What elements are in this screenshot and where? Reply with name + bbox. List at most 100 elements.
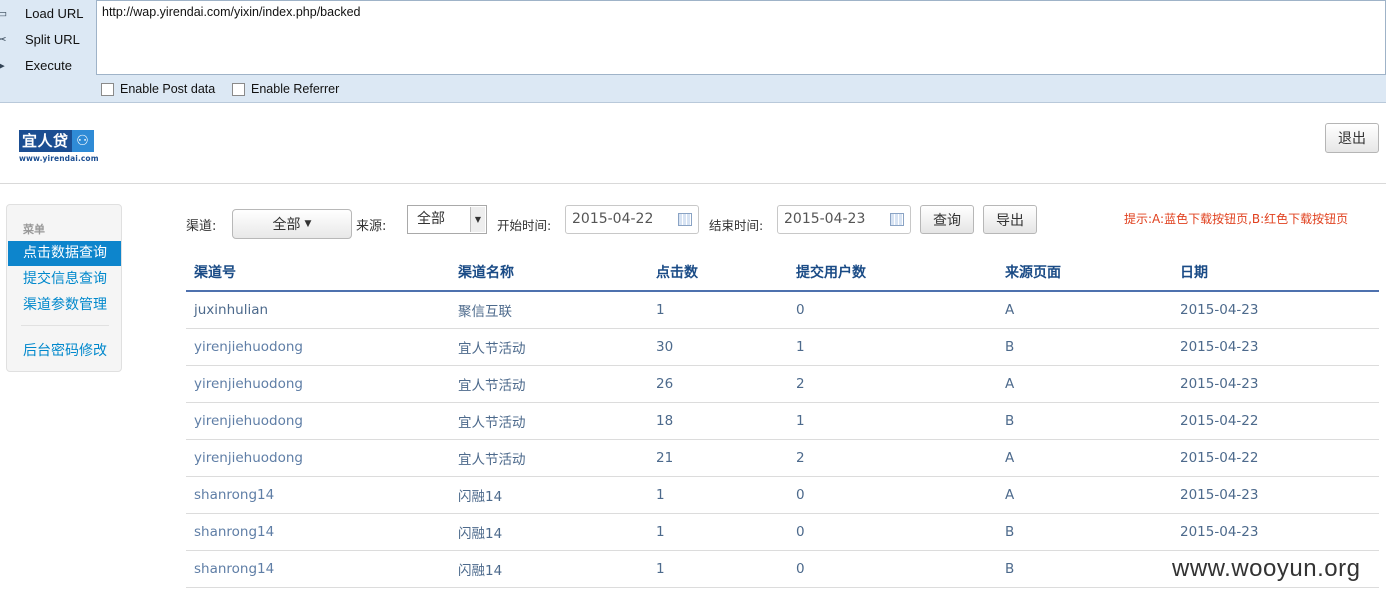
- sidebar-item-submit-info[interactable]: 提交信息查询: [8, 267, 121, 292]
- calendar-icon[interactable]: [678, 213, 692, 226]
- checkbox-box[interactable]: [232, 82, 245, 96]
- logout-button[interactable]: 退出: [1325, 123, 1379, 153]
- table-header-row: 渠道号 渠道名称 点击数 提交用户数 来源页面 日期: [186, 254, 1379, 292]
- table-cell: 2015-04-22: [1172, 402, 1379, 440]
- table-cell: shanrong14: [186, 476, 450, 514]
- end-time-label: 结束时间:: [709, 218, 764, 233]
- logo-name: 宜人贷: [19, 130, 72, 152]
- table-cell: 2: [788, 365, 997, 403]
- column-header: 渠道号: [186, 254, 450, 292]
- table-cell: 宜人节活动: [450, 328, 648, 366]
- table-cell: 2015-04-23: [1172, 513, 1379, 551]
- channel-dropdown[interactable]: 全部 ▼: [232, 209, 352, 239]
- table-cell: 0: [788, 550, 997, 588]
- table-row: yirenjiehuodong 宜人节活动 30 1 B 2015-04-23: [186, 328, 1379, 366]
- table-cell: B: [997, 328, 1172, 366]
- start-date-value: 2015-04-22: [572, 211, 654, 227]
- table-cell: 21: [648, 439, 788, 477]
- table-body: juxinhulian 聚信互联 1 0 A 2015-04-23 yirenjiehuod…: [186, 291, 1379, 588]
- split-url-button[interactable]: ✂ Split URL: [0, 28, 92, 50]
- enable-post-label: Enable Post data: [120, 82, 216, 96]
- watermark: www.wooyun.org: [1172, 555, 1361, 582]
- source-label: 来源:: [356, 219, 387, 234]
- enable-referrer-checkbox[interactable]: Enable Referrer: [232, 82, 339, 96]
- table-cell: 18: [648, 402, 788, 440]
- query-button[interactable]: 查询: [920, 205, 974, 234]
- column-header: 日期: [1172, 254, 1379, 292]
- table-cell: B: [997, 513, 1172, 551]
- table-cell: 1: [788, 328, 997, 366]
- table-cell: 2015-04-23: [1172, 476, 1379, 514]
- table-cell: 0: [788, 513, 997, 551]
- channel-value: 全部: [272, 217, 301, 233]
- table-cell: A: [997, 365, 1172, 403]
- end-date-value: 2015-04-23: [784, 211, 866, 227]
- table-cell: 1: [648, 476, 788, 514]
- sidebar-item-channel-params[interactable]: 渠道参数管理: [8, 293, 121, 318]
- sidebar-menu: 菜单 点击数据查询 提交信息查询 渠道参数管理 后台密码修改: [6, 204, 122, 372]
- yirendai-logo: 宜人贷 ⚇ www.yirendai.com: [19, 130, 103, 164]
- column-header: 点击数: [648, 254, 788, 292]
- sidebar-item-click-data[interactable]: 点击数据查询: [8, 241, 121, 266]
- calendar-icon[interactable]: [890, 213, 904, 226]
- export-button[interactable]: 导出: [983, 205, 1037, 234]
- table-row: yirenjiehuodong 宜人节活动 26 2 A 2015-04-23: [186, 365, 1379, 403]
- column-header: 来源页面: [997, 254, 1172, 292]
- table-cell: 1: [648, 291, 788, 329]
- start-time-label: 开始时间:: [497, 218, 552, 233]
- chevron-down-icon[interactable]: ▼: [470, 207, 485, 232]
- enable-post-checkbox[interactable]: Enable Post data: [101, 82, 215, 96]
- column-header: 提交用户数: [788, 254, 997, 292]
- table-cell: 宜人节活动: [450, 402, 648, 440]
- table-cell: 闪融14: [450, 476, 648, 514]
- play-icon: ▸: [0, 59, 5, 72]
- checkbox-box[interactable]: [101, 82, 114, 96]
- table-cell: 26: [648, 365, 788, 403]
- scissors-icon: ✂: [0, 33, 7, 46]
- table-row: yirenjiehuodong 宜人节活动 18 1 B 2015-04-22: [186, 402, 1379, 440]
- load-url-button[interactable]: ▭ Load URL: [0, 2, 92, 24]
- table-cell: yirenjiehuodong: [186, 328, 450, 366]
- table-cell: A: [997, 439, 1172, 477]
- enable-referrer-label: Enable Referrer: [251, 82, 340, 96]
- sidebar-item-password[interactable]: 后台密码修改: [8, 339, 121, 364]
- table-cell: 30: [648, 328, 788, 366]
- table-cell: A: [997, 291, 1172, 329]
- table-cell: 闪融14: [450, 513, 648, 551]
- source-value: 全部: [417, 211, 445, 227]
- column-header: 渠道名称: [450, 254, 648, 292]
- caret-down-icon: ▼: [304, 219, 312, 229]
- source-select[interactable]: 全部 ▼: [407, 205, 487, 234]
- table-row: juxinhulian 聚信互联 1 0 A 2015-04-23: [186, 291, 1379, 329]
- table-row: shanrong14 闪融14 1 0 B 2015-04-23: [186, 513, 1379, 551]
- site-header: 宜人贷 ⚇ www.yirendai.com 退出: [0, 103, 1386, 184]
- sidebar-divider: [21, 325, 109, 326]
- table-cell: 1: [788, 402, 997, 440]
- table-cell: A: [997, 476, 1172, 514]
- table-cell: B: [997, 402, 1172, 440]
- hackbar-toolbar: ▭ Load URL ✂ Split URL ▸ Execute http://…: [0, 0, 1386, 103]
- table-cell: yirenjiehuodong: [186, 365, 450, 403]
- table-cell: shanrong14: [186, 550, 450, 588]
- table-row: shanrong14 闪融14 1 0 A 2015-04-23: [186, 476, 1379, 514]
- table-cell: 宜人节活动: [450, 365, 648, 403]
- data-table: 渠道号 渠道名称 点击数 提交用户数 来源页面 日期 juxinhulian 聚信…: [186, 254, 1379, 588]
- table-row: yirenjiehuodong 宜人节活动 21 2 A 2015-04-22: [186, 439, 1379, 477]
- url-textarea[interactable]: http://wap.yirendai.com/yixin/index.php/…: [96, 0, 1386, 75]
- execute-label: Execute: [25, 57, 72, 73]
- table-cell: 2015-04-23: [1172, 328, 1379, 366]
- hint-text: 提示:A:蓝色下载按钮页,B:红色下载按钮页: [1124, 212, 1349, 226]
- logo-emblem-icon: ⚇: [71, 130, 94, 152]
- table-cell: 聚信互联: [450, 291, 648, 329]
- table-cell: 0: [788, 476, 997, 514]
- table-cell: shanrong14: [186, 513, 450, 551]
- table-cell: 2015-04-23: [1172, 291, 1379, 329]
- start-date-input[interactable]: 2015-04-22: [565, 205, 699, 234]
- end-date-input[interactable]: 2015-04-23: [777, 205, 911, 234]
- execute-button[interactable]: ▸ Execute: [0, 54, 92, 76]
- channel-label: 渠道:: [186, 219, 217, 234]
- table-cell: 2: [788, 439, 997, 477]
- table-cell: juxinhulian: [186, 291, 450, 329]
- logo-url: www.yirendai.com: [19, 154, 99, 163]
- table-cell: yirenjiehuodong: [186, 402, 450, 440]
